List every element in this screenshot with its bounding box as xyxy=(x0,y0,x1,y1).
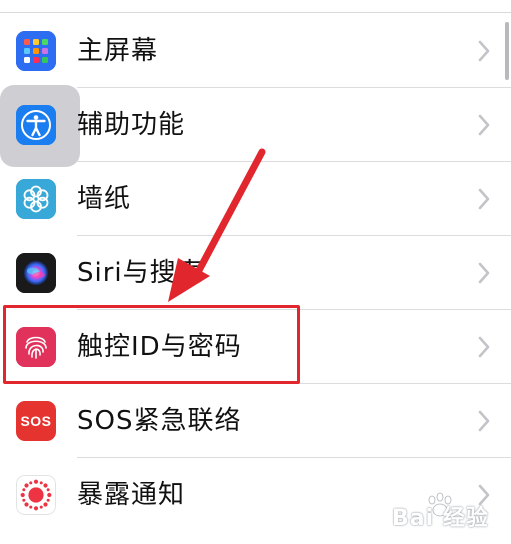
settings-row-accessibility[interactable]: 辅助功能 xyxy=(0,88,511,162)
scrollbar[interactable] xyxy=(505,22,509,80)
settings-row-label: Siri与搜索 xyxy=(77,258,204,288)
chevron-right-icon xyxy=(478,262,490,284)
settings-row-wallpaper[interactable]: 墙纸 xyxy=(0,162,511,236)
exposure-notification-icon xyxy=(16,475,56,515)
accessibility-icon xyxy=(16,105,56,145)
settings-row-label: SOS紧急联络 xyxy=(77,406,242,436)
siri-icon xyxy=(16,253,56,293)
settings-row-home-screen[interactable]: 主屏幕 xyxy=(0,14,511,88)
settings-row-label: 墙纸 xyxy=(77,184,132,214)
top-divider xyxy=(0,12,511,13)
annotation-highlight-box xyxy=(3,305,300,384)
sos-icon-text: SOS xyxy=(20,413,52,429)
home-screen-icon xyxy=(16,31,56,71)
settings-screen: 主屏幕 辅助功能 墙纸 Siri与搜索 触控ID与密码 SOS SOS紧急联络 … xyxy=(0,0,511,544)
settings-row-siri-search[interactable]: Siri与搜索 xyxy=(0,236,511,310)
chevron-right-icon xyxy=(478,40,490,62)
chevron-right-icon xyxy=(478,410,490,432)
settings-row-emergency-sos[interactable]: SOS SOS紧急联络 xyxy=(0,384,511,458)
watermark-text: Bai 经验 xyxy=(392,506,489,531)
settings-row-label: 辅助功能 xyxy=(77,110,186,140)
chevron-right-icon xyxy=(478,336,490,358)
chevron-right-icon xyxy=(478,114,490,136)
wallpaper-icon xyxy=(16,179,56,219)
chevron-right-icon xyxy=(478,188,490,210)
settings-row-label: 主屏幕 xyxy=(77,36,159,66)
settings-row-label: 暴露通知 xyxy=(77,480,186,510)
sos-icon: SOS xyxy=(16,401,56,441)
